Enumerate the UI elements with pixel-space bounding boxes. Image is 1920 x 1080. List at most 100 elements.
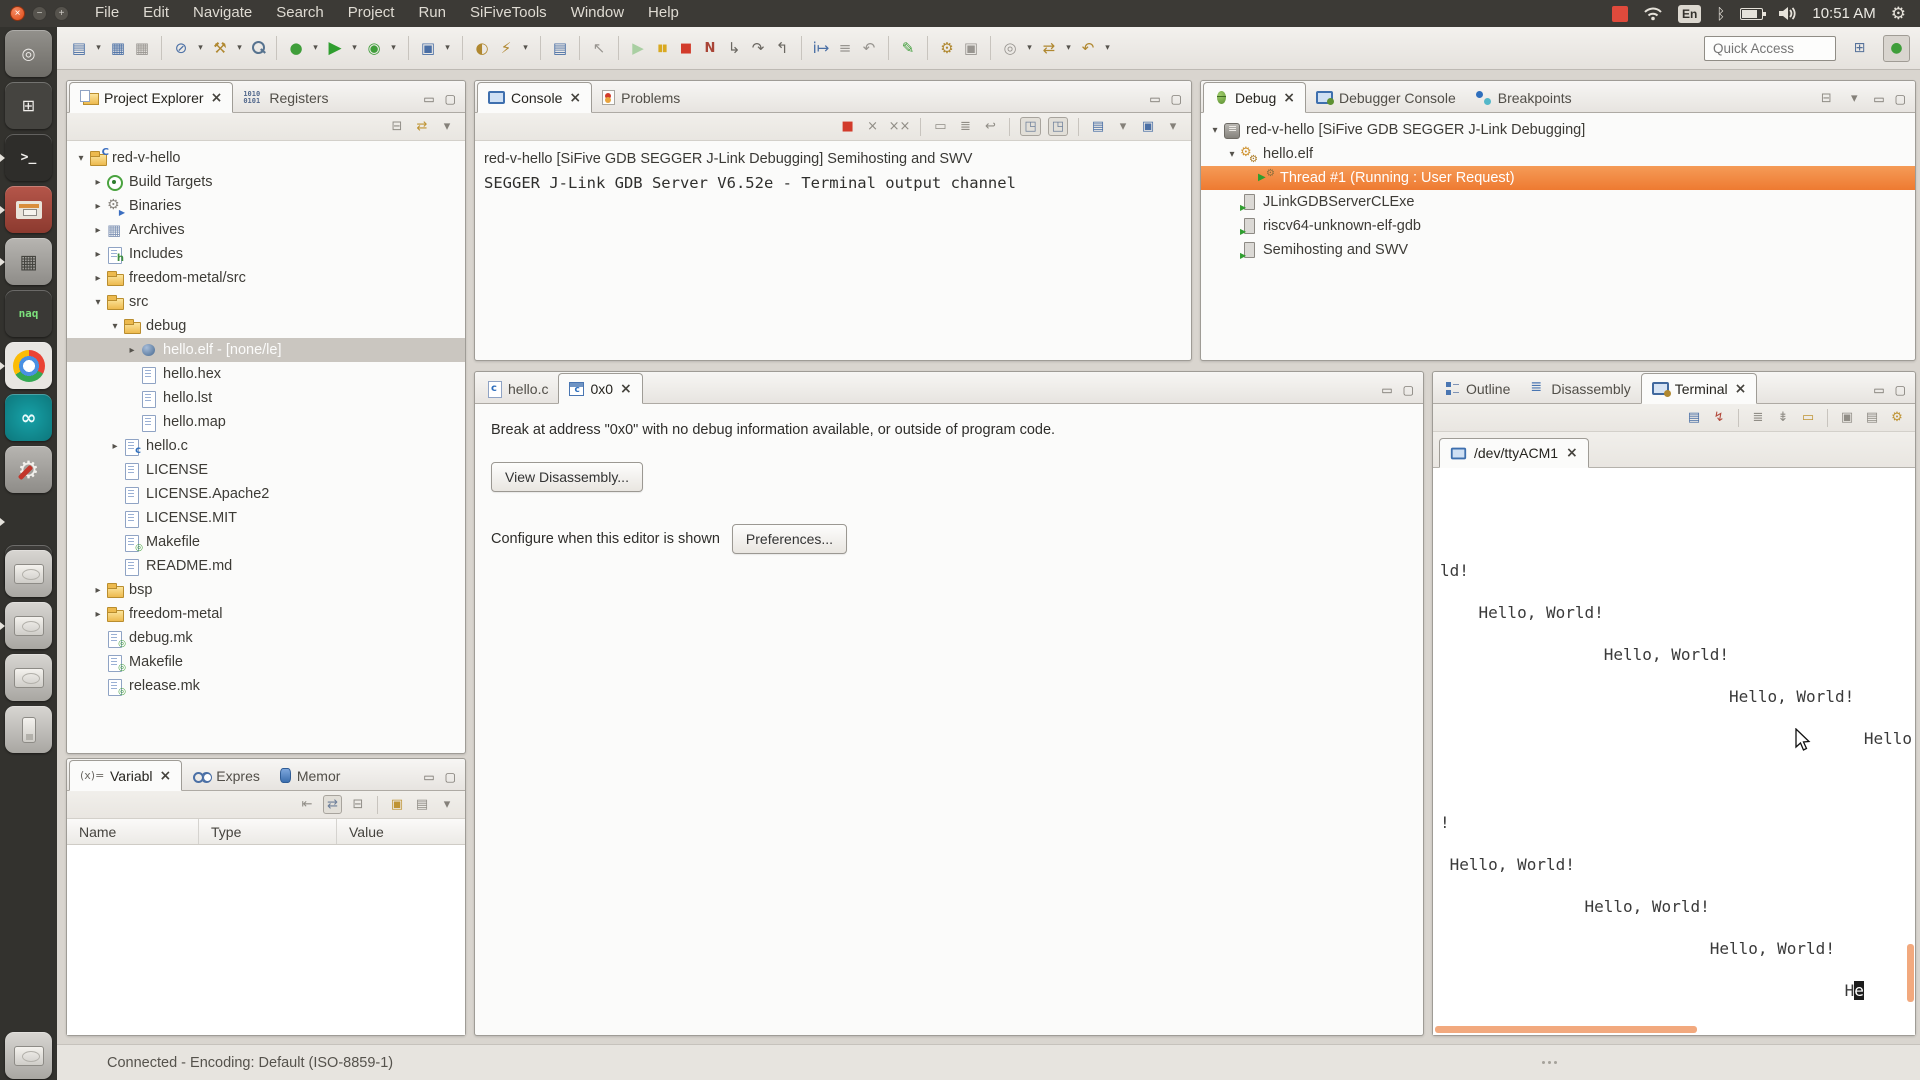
open-task-icon[interactable]: ◐ — [471, 35, 493, 61]
maximize-panel-icon[interactable]: ▢ — [445, 770, 456, 784]
remove-launch-icon[interactable]: × — [864, 119, 882, 134]
terminal-text[interactable]: ld! Hello, World! Hello, World! Hello, W… — [1433, 468, 1915, 1001]
text-editor-icon[interactable]: naq — [5, 290, 52, 337]
tree-item-includes[interactable]: ▸hIncludes — [67, 242, 465, 266]
column-header-name[interactable]: Name — [67, 819, 199, 844]
close-icon[interactable]: × — [620, 381, 632, 397]
keyboard-layout-indicator[interactable]: En — [1678, 5, 1701, 23]
show-memory-icon[interactable]: ≡ — [834, 35, 856, 61]
open-terminal-icon[interactable]: ▤ — [1685, 410, 1703, 425]
profile-icon[interactable]: ◉ — [363, 35, 385, 61]
tree-item-red-v-hello-sifive-gdb-segger-j-link-debugging[interactable]: ▾red-v-hello [SiFive GDB SEGGER J-Link D… — [1201, 118, 1915, 142]
view-disassembly-button[interactable]: View Disassembly... — [491, 462, 643, 492]
tab-registers[interactable]: Registers — [233, 82, 338, 113]
menu-run[interactable]: Run — [406, 0, 458, 27]
disk-drive-3-icon[interactable] — [5, 654, 52, 701]
menu-file[interactable]: File — [83, 0, 131, 27]
expand-arrow[interactable]: ▸ — [90, 225, 106, 236]
minimize-panel-icon[interactable]: ▭ — [1873, 92, 1884, 106]
show-logical-structure-icon[interactable]: ⇄ — [323, 795, 342, 814]
tree-item-freedom-metal[interactable]: ▸freedom-metal — [67, 602, 465, 626]
clear-console-icon[interactable]: ▭ — [931, 119, 949, 134]
tree-item-freedom-metal-src[interactable]: ▸freedom-metal/src — [67, 266, 465, 290]
skip-all-breakpoints-icon[interactable]: ⊘ — [170, 35, 192, 61]
tree-item-debug-mk[interactable]: ◎debug.mk — [67, 626, 465, 650]
tab-memor[interactable]: Memor — [270, 760, 351, 791]
file-archiver-icon[interactable] — [5, 186, 52, 233]
view-menu-icon[interactable]: ▾ — [1845, 91, 1863, 106]
tree-item-license-mit[interactable]: LICENSE.MIT — [67, 506, 465, 530]
maximize-panel-icon[interactable]: ▢ — [1895, 92, 1906, 106]
tab-console[interactable]: Console× — [477, 82, 592, 113]
minimize-panel-icon[interactable]: ▭ — [1149, 92, 1160, 106]
search-in-files-icon[interactable] — [247, 35, 269, 61]
display-selected-console-icon[interactable]: ▤ — [1089, 119, 1107, 134]
minimize-panel-icon[interactable]: ▭ — [423, 92, 434, 106]
maximize-panel-icon[interactable]: ▢ — [445, 92, 456, 106]
word-wrap-icon[interactable]: ↩ — [981, 119, 999, 134]
open-console-icon[interactable]: ▣ — [1139, 119, 1157, 134]
tab-problems[interactable]: Problems — [592, 82, 690, 113]
tab-debugger-console[interactable]: Debugger Console — [1306, 82, 1466, 113]
close-icon[interactable]: × — [1735, 381, 1747, 397]
back-history-icon[interactable]: ↶ — [1077, 35, 1099, 61]
tab-terminal[interactable]: Terminal× — [1641, 373, 1758, 404]
ubuntu-dash-icon[interactable]: ◎ — [5, 30, 52, 77]
tree-item-release-mk[interactable]: ◎release.mk — [67, 674, 465, 698]
flash-dropdown-icon[interactable]: ▾ — [519, 35, 532, 61]
chrome-icon[interactable] — [5, 342, 52, 389]
close-icon[interactable]: × — [569, 90, 581, 106]
open-console-dropdown-icon[interactable]: ▾ — [1164, 119, 1182, 134]
step-into-icon[interactable]: ↳ — [723, 35, 745, 61]
link-dropdown-icon[interactable]: ▾ — [1062, 35, 1075, 61]
tab-debug[interactable]: Debug× — [1203, 82, 1306, 113]
profile-dropdown-icon[interactable]: ▾ — [387, 35, 400, 61]
tab-breakpoints[interactable]: Breakpoints — [1466, 82, 1582, 113]
new-c-dropdown-icon[interactable]: ▾ — [441, 35, 454, 61]
tree-item-hello-c[interactable]: ▸chello.c — [67, 434, 465, 458]
minimize-panel-icon[interactable]: ▭ — [423, 770, 434, 784]
trace-icon[interactable]: ✎ — [897, 35, 919, 61]
suspend-icon[interactable]: ▮▮ — [651, 35, 673, 61]
menu-window[interactable]: Window — [559, 0, 636, 27]
step-over-icon[interactable]: ↷ — [747, 35, 769, 61]
tab-hello-c[interactable]: hello.c — [477, 373, 558, 404]
tree-item-debug[interactable]: ▾debug — [67, 314, 465, 338]
terminate-icon[interactable]: ■ — [675, 35, 697, 61]
window-minimize-button[interactable]: − — [32, 6, 47, 21]
close-icon[interactable]: × — [1566, 445, 1578, 461]
disconnect-icon[interactable]: N — [699, 35, 721, 61]
paste-icon[interactable]: ▤ — [1863, 410, 1881, 425]
expand-arrow[interactable]: ▸ — [124, 345, 140, 356]
view-menu-icon[interactable]: ▾ — [438, 119, 456, 134]
minimize-panel-icon[interactable]: ▭ — [1873, 383, 1884, 397]
tab-variabl[interactable]: Variabl× — [69, 760, 182, 791]
debug-dropdown-icon[interactable]: ▾ — [309, 35, 322, 61]
bottom-drive-icon[interactable] — [5, 1032, 52, 1079]
pin-console-icon[interactable]: ◳ — [1048, 117, 1068, 136]
menu-edit[interactable]: Edit — [131, 0, 181, 27]
expand-arrow[interactable]: ▾ — [90, 297, 106, 308]
tree-item-build-targets[interactable]: ▸Build Targets — [67, 170, 465, 194]
recording-indicator-icon[interactable] — [1612, 6, 1628, 22]
scroll-lock-icon[interactable]: ⇟ — [1774, 410, 1792, 425]
collapse-all-icon[interactable]: ⊟ — [1817, 91, 1835, 106]
instruction-stepping-icon[interactable]: i↦ — [810, 35, 832, 61]
pin-view-icon[interactable]: ◎ — [999, 35, 1021, 61]
display-console-dropdown-icon[interactable]: ▾ — [1114, 119, 1132, 134]
column-header-type[interactable]: Type — [199, 819, 337, 844]
tree-item-binaries[interactable]: ▸Binaries — [67, 194, 465, 218]
copy-icon[interactable]: ▣ — [1838, 410, 1856, 425]
build-dropdown-icon[interactable]: ▾ — [233, 35, 246, 61]
scroll-lock-icon[interactable]: ≣ — [956, 119, 974, 134]
show-on-output-icon[interactable]: ◳ — [1020, 117, 1040, 136]
expand-arrow[interactable]: ▾ — [1224, 149, 1240, 160]
expand-arrow[interactable]: ▸ — [107, 441, 123, 452]
view-menu-icon[interactable]: ▾ — [438, 797, 456, 812]
close-icon[interactable]: × — [1283, 90, 1295, 106]
build-icon[interactable]: ⚒ — [209, 35, 231, 61]
expand-arrow[interactable]: ▸ — [90, 609, 106, 620]
menu-help[interactable]: Help — [636, 0, 691, 27]
menu-project[interactable]: Project — [336, 0, 407, 27]
disk-drive-2-icon[interactable] — [5, 602, 52, 649]
